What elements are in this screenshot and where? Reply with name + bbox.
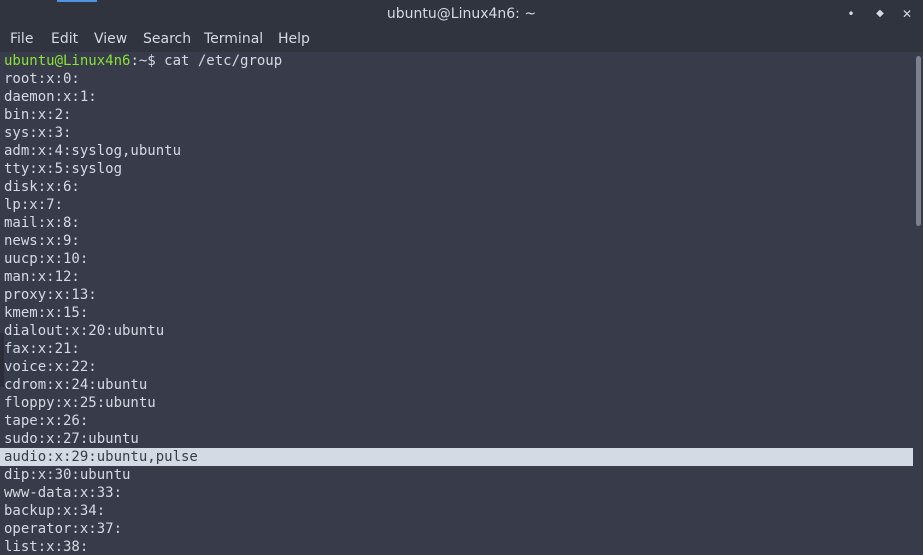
output-line: lp:x:7:	[4, 197, 64, 213]
output-line: sys:x:3:	[4, 125, 72, 141]
output-line: audio:x:29:ubuntu,pulse	[4, 449, 198, 465]
output-line: disk:x:6:	[4, 179, 80, 195]
prompt-command: :~$ cat /etc/group	[130, 53, 283, 69]
output-line: news:x:9:	[4, 233, 80, 249]
minimize-button[interactable]: •	[841, 4, 861, 24]
output-line: daemon:x:1:	[4, 89, 97, 105]
scroll-thumb[interactable]	[916, 56, 921, 226]
terminal-output[interactable]: ubuntu@Linux4n6:~$ cat /etc/group root:x…	[0, 52, 913, 555]
output-line: dialout:x:20:ubuntu	[4, 323, 165, 339]
menu-edit[interactable]: Edit	[51, 28, 78, 52]
output-line: mail:x:8:	[4, 215, 80, 231]
output-line: root:x:0:	[4, 71, 80, 87]
scrollbar[interactable]	[913, 52, 923, 555]
output-line: www-data:x:33:	[4, 485, 123, 501]
menu-help[interactable]: Help	[278, 28, 310, 52]
output-line: tape:x:26:	[4, 413, 89, 429]
maximize-icon: ◆	[876, 8, 884, 19]
maximize-button[interactable]: ◆	[870, 4, 890, 24]
output-line: fax:x:21:	[4, 341, 80, 357]
output-line: proxy:x:13:	[4, 287, 97, 303]
close-button[interactable]: ✕	[897, 4, 917, 24]
menu-file[interactable]: File	[10, 28, 33, 52]
output-line: operator:x:37:	[4, 521, 123, 537]
output-line: bin:x:2:	[4, 107, 72, 123]
menu-bar: File Edit View Search Terminal Help	[0, 28, 923, 52]
menu-search[interactable]: Search	[143, 28, 191, 52]
minimize-icon: •	[847, 7, 855, 21]
menu-view[interactable]: View	[94, 28, 127, 52]
prompt-user-host: ubuntu@Linux4n6	[4, 53, 131, 69]
prompt-line: ubuntu@Linux4n6:~$ cat /etc/group	[4, 52, 282, 70]
output-line: adm:x:4:syslog,ubuntu	[4, 143, 182, 159]
output-line: backup:x:34:	[4, 503, 106, 519]
menu-terminal[interactable]: Terminal	[204, 28, 263, 52]
close-icon: ✕	[901, 7, 913, 21]
window-title: ubuntu@Linux4n6: ~	[386, 6, 537, 22]
output-line: kmem:x:15:	[4, 305, 89, 321]
side-panel-handle[interactable]	[0, 333, 4, 387]
output-line: cdrom:x:24:ubuntu	[4, 377, 148, 393]
output-line: uucp:x:10:	[4, 251, 89, 267]
title-bar[interactable]: ubuntu@Linux4n6: ~ • ◆ ✕	[0, 0, 923, 28]
output-line: man:x:12:	[4, 269, 80, 285]
terminal-window: ubuntu@Linux4n6: ~ • ◆ ✕ File Edit View …	[0, 0, 923, 555]
output-line: sudo:x:27:ubuntu	[4, 431, 139, 447]
output-line: dip:x:30:ubuntu	[4, 467, 131, 483]
output-line: floppy:x:25:ubuntu	[4, 395, 156, 411]
output-line: voice:x:22:	[4, 359, 97, 375]
output-line: tty:x:5:syslog	[4, 161, 123, 177]
output-line: list:x:38:	[4, 539, 89, 555]
